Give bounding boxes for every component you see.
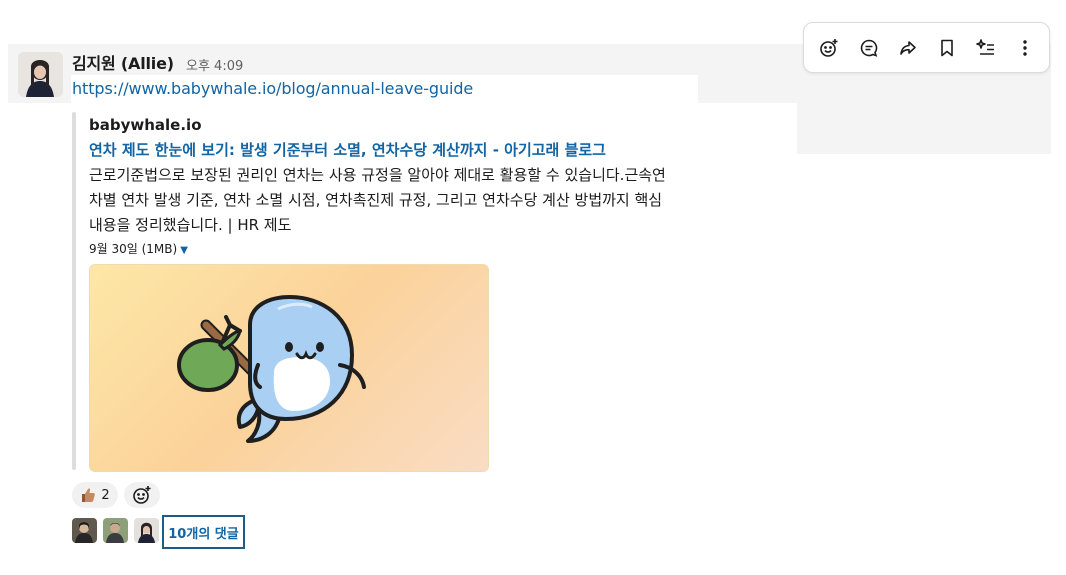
thread-participant-avatar[interactable] (103, 518, 128, 543)
message-timestamp[interactable]: 오후 4:09 (186, 55, 243, 74)
bookmark-icon[interactable] (934, 35, 960, 61)
unfurl-description-line: 근로기준법으로 보장된 권리인 연차는 사용 규정을 알아야 제대로 활용할 수… (89, 166, 666, 184)
unfurl-site-name: babywhale.io (89, 116, 202, 134)
reaction-pill[interactable]: 2 (72, 482, 118, 508)
reaction-count: 2 (101, 487, 110, 503)
thread-replies-link[interactable]: 10개의 댓글 (162, 515, 245, 549)
thread-participant-avatar[interactable] (72, 518, 97, 543)
unfurl-meta-text: 9월 30일 (1MB) (89, 242, 178, 256)
ai-sparkle-list-icon[interactable] (973, 35, 999, 61)
unfurl-description-line: 내용을 정리했습니다. | HR 제도 (89, 216, 292, 234)
thumbs-up-icon (82, 488, 96, 502)
share-icon[interactable] (895, 35, 921, 61)
message-link[interactable]: https://www.babywhale.io/blog/annual-lea… (72, 79, 473, 98)
add-reaction-icon[interactable] (816, 35, 842, 61)
unfurl-side-bar (72, 112, 76, 470)
add-reaction-button[interactable] (124, 482, 160, 508)
unfurl-file-meta[interactable]: 9월 30일 (1MB) ▼ (89, 240, 188, 257)
message-hover-highlight (698, 75, 1051, 103)
message-actions-toolbar (803, 22, 1050, 73)
message-hover-highlight (797, 103, 1051, 154)
unfurl-description: 근로기준법으로 보장된 권리인 연차는 사용 규정을 알아야 제대로 활용할 수… (89, 163, 729, 238)
more-actions-icon[interactable] (1012, 35, 1038, 61)
avatar[interactable] (18, 52, 63, 97)
unfurl-preview-image[interactable] (89, 264, 489, 472)
add-emoji-icon (133, 486, 151, 504)
reply-thread-icon[interactable] (856, 35, 882, 61)
sender-name[interactable]: 김지원 (Allie) (72, 50, 174, 74)
unfurl-description-line: 차별 연차 발생 기준, 연차 소멸 시점, 연차촉진제 규정, 그리고 연차수… (89, 191, 663, 209)
caret-down-icon[interactable]: ▼ (180, 245, 188, 256)
unfurl-title-link[interactable]: 연차 제도 한눈에 보기: 발생 기준부터 소멸, 연차수당 계산까지 - 아기… (89, 139, 606, 160)
thread-participant-avatar[interactable] (134, 518, 159, 543)
